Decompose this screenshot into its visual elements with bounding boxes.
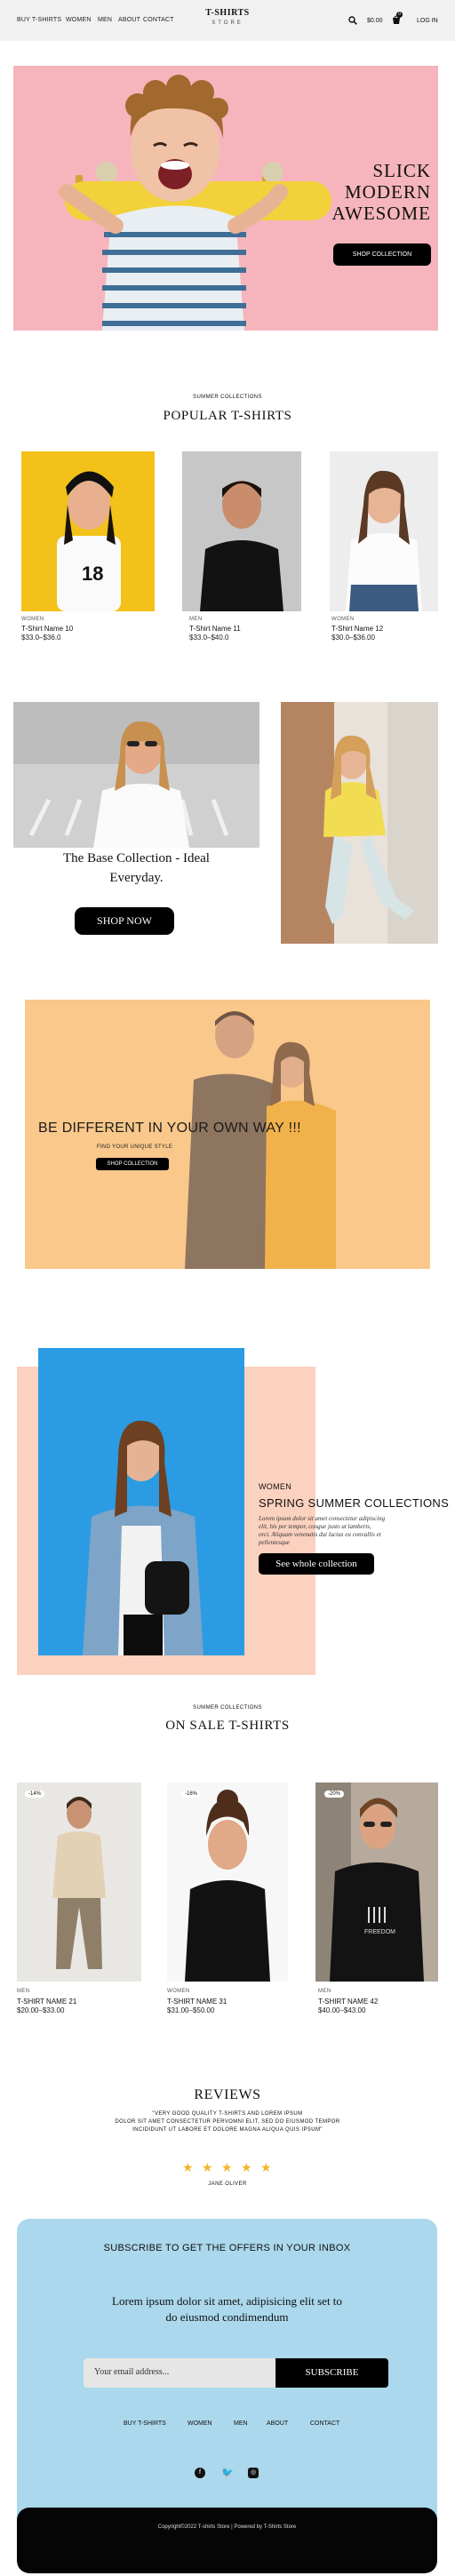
spring-body-1: Lorem ipsum dolor sit amet consectetur a… <box>259 1515 386 1522</box>
cart-total[interactable]: $0.00 <box>367 18 383 24</box>
subscribe-title: SUBSCRIBE TO GET THE OFFERS IN YOUR INBO… <box>103 2243 351 2253</box>
review-author: JANE OLIVER <box>208 2181 247 2187</box>
spring-body-3: orci. Aliquam venenatis dui luctus eu co… <box>259 1531 381 1538</box>
popular-title: POPULAR T-SHIRTS <box>163 409 292 423</box>
subscribe-body-1: Lorem ipsum dolor sit amet, adipisicing … <box>112 2294 342 2308</box>
spring-kicker: WOMEN <box>259 1482 291 1491</box>
product-price: $31.00–$50.00 <box>167 2006 215 2014</box>
discount-badge: -16% <box>181 1790 202 1798</box>
product-name[interactable]: T-Shirt Name 10 <box>21 625 73 633</box>
product-image-12[interactable] <box>330 451 438 611</box>
product-price: $30.0–$36.00 <box>331 634 375 642</box>
sale-product-image-31[interactable]: -16% <box>167 1782 288 1982</box>
subscribe-button[interactable]: SUBSCRIBE <box>275 2358 388 2388</box>
hero-line-3: AWESOME <box>331 203 431 224</box>
hero-shop-collection-button[interactable]: SHOP COLLECTION <box>333 243 431 266</box>
footer-link-about[interactable]: ABOUT <box>267 2420 288 2427</box>
star-icon: ★ <box>182 2160 194 2174</box>
product-price: $40.00–$43.00 <box>318 2006 366 2014</box>
logo-title[interactable]: T-SHIRTS <box>0 8 455 18</box>
footer-link-women[interactable]: WOMEN <box>188 2420 212 2427</box>
hero-line-2: MODERN <box>344 181 431 203</box>
see-whole-collection-button[interactable]: See whole collection <box>259 1553 374 1575</box>
footer-link-men[interactable]: MEN <box>234 2420 248 2427</box>
product-price: $33.0–$40.0 <box>189 634 229 642</box>
promo-subtitle: FIND YOUR UNIQUE STYLE <box>97 1144 173 1150</box>
product-category: WOMEN <box>331 617 355 622</box>
review-line-2: DOLOR SIT AMET CONSECTETUR PERVOMNI ELIT… <box>115 2119 340 2125</box>
star-icon: ★ <box>241 2160 252 2174</box>
product-name[interactable]: T-Shirt Name 12 <box>331 625 383 633</box>
spring-title: SPRING SUMMER COLLECTIONS <box>259 1496 450 1510</box>
product-name[interactable]: T-SHIRT NAME 31 <box>167 1998 227 2006</box>
sale-title: ON SALE T-SHIRTS <box>165 1719 290 1733</box>
facebook-icon[interactable]: f <box>195 2468 205 2478</box>
product-price: $20.00–$33.00 <box>17 2006 65 2014</box>
product-category: MEN <box>189 617 203 622</box>
svg-text:18: 18 <box>82 562 103 585</box>
cart-count: 0 <box>396 12 403 18</box>
footer-link-contact[interactable]: CONTACT <box>310 2420 339 2427</box>
product-category: WOMEN <box>167 1989 190 1994</box>
twitter-icon[interactable]: 🐦 <box>221 2468 234 2478</box>
review-line-3: INCIDIDUNT UT LABORE ET DOLORE MAGNA ALI… <box>132 2127 323 2133</box>
promo-banner: BE DIFFERENT IN YOUR OWN WAY !!! FIND YO… <box>25 1000 430 1269</box>
login-link[interactable]: LOG IN <box>417 18 438 24</box>
base-line-2: Everyday. <box>109 871 164 885</box>
sale-product-image-42[interactable]: FREEDOM -20% <box>315 1782 438 1982</box>
product-image-10[interactable]: 18 <box>21 451 155 611</box>
star-icon: ★ <box>260 2160 272 2174</box>
instagram-icon[interactable]: ◎ <box>248 2468 259 2478</box>
shop-now-button[interactable]: SHOP NOW <box>75 907 174 935</box>
footer-link-buy-tshirts[interactable]: BUY T-SHIRTS <box>124 2420 166 2427</box>
sale-product-image-21[interactable]: -14% <box>17 1782 141 1982</box>
subscribe-body-2: do eiusmod condimendum <box>165 2310 289 2324</box>
base-line-1: The Base Collection - Ideal <box>63 851 210 865</box>
site-header: BUY T-SHIRTS WOMEN MEN ABOUT CONTACT T-S… <box>0 0 455 41</box>
copyright-text: Copyright©2022 T-shirts Store | Powered … <box>157 2524 297 2530</box>
review-line-1: "VERY GOOD QUALITY T-SHIRTS AND LOREM IP… <box>152 2111 303 2117</box>
star-icon: ★ <box>202 2160 213 2174</box>
product-name[interactable]: T-Shirt Name 11 <box>189 625 241 633</box>
discount-badge: -20% <box>324 1790 345 1798</box>
discount-badge: -14% <box>25 1790 45 1798</box>
subscribe-footer: SUBSCRIBE TO GET THE OFFERS IN YOUR INBO… <box>17 2219 437 2573</box>
promo-shop-collection-button[interactable]: SHOP COLLECTION <box>96 1158 169 1170</box>
hero-banner: SLICK MODERN AWESOME SHOP COLLECTION <box>13 66 438 331</box>
product-image-11[interactable] <box>182 451 301 611</box>
review-rating-stars: ★ ★ ★ ★ ★ <box>182 2161 273 2174</box>
product-price: $33.0–$36.0 <box>21 634 61 642</box>
promo-title: BE DIFFERENT IN YOUR OWN WAY !!! <box>38 1121 301 1136</box>
product-name[interactable]: T-SHIRT NAME 21 <box>17 1998 76 2006</box>
email-placeholder: Your email address... <box>94 2367 170 2377</box>
email-field[interactable]: Your email address... <box>84 2358 275 2388</box>
logo-subtitle: STORE <box>212 20 243 26</box>
product-category: MEN <box>318 1989 331 1994</box>
product-name[interactable]: T-SHIRT NAME 42 <box>318 1998 378 2006</box>
copyright-bar: Copyright©2022 T-shirts Store | Powered … <box>17 2508 437 2573</box>
woman-yellow-shirt-image <box>281 702 438 944</box>
sale-kicker: SUMMER COLLECTIONS <box>193 1705 262 1711</box>
reviews-title: REVIEWS <box>194 2087 261 2102</box>
star-icon: ★ <box>221 2160 233 2174</box>
search-icon[interactable] <box>348 16 357 25</box>
spring-body-4: pellentesque <box>259 1539 290 1546</box>
product-category: MEN <box>17 1989 30 1994</box>
hero-line-1: SLICK <box>372 160 431 181</box>
spring-body-2: elit, his per tempor, congue justo at la… <box>259 1523 371 1530</box>
product-category: WOMEN <box>21 617 44 622</box>
svg-text:FREEDOM: FREEDOM <box>364 1929 395 1935</box>
popular-kicker: SUMMER COLLECTIONS <box>193 395 262 400</box>
woman-laughing-image <box>13 702 259 848</box>
woman-denim-jacket-image <box>38 1348 244 1655</box>
